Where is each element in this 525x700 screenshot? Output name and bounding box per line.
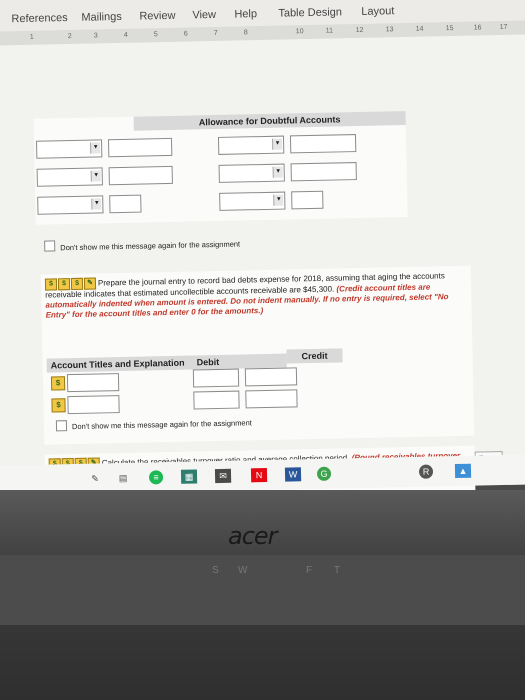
key-f: F <box>306 565 313 576</box>
mail-icon[interactable]: ✉ <box>214 468 232 484</box>
dont-show-label: Don't show me this message again for the… <box>60 239 241 253</box>
amount-input[interactable] <box>291 190 324 210</box>
account-select[interactable]: ▼ <box>37 195 104 215</box>
dollar-icon: $ <box>70 277 84 291</box>
ruler-tick: 7 <box>213 29 218 38</box>
amount-input[interactable] <box>109 194 142 214</box>
tab-mailings[interactable]: Mailings <box>81 11 122 24</box>
pencil-icon: ✎ <box>83 277 97 290</box>
ruler-tick: 15 <box>445 24 454 33</box>
ruler-tick: 16 <box>473 24 482 32</box>
allowance-panel: Allowance for Doubtful Accounts ▼ ▼ ▼ ▼ … <box>33 111 408 225</box>
dont-show-label: Don't show me this message again for the… <box>71 418 252 432</box>
tab-references[interactable]: References <box>11 12 68 25</box>
ruler-tick: 10 <box>295 28 304 36</box>
key-s: S <box>212 565 219 576</box>
question1-panel: $ $ $ ✎ Prepare the journal entry to record… <box>40 265 475 445</box>
ruler-tick: 12 <box>355 26 364 35</box>
tab-help[interactable]: Help <box>234 8 257 20</box>
account-title-input[interactable] <box>67 395 120 415</box>
dollar-icon: $ <box>50 376 66 391</box>
chevron-down-icon[interactable]: ▼ <box>272 138 283 150</box>
laptop-screen: References Mailings Review View Help Tab… <box>0 0 525 511</box>
r-icon[interactable]: R <box>418 464 434 479</box>
question1-text: $ $ $ ✎ Prepare the journal entry to record… <box>44 270 466 321</box>
allowance-title: Allowance for Doubtful Accounts <box>133 111 406 131</box>
account-select[interactable]: ▼ <box>36 167 103 187</box>
debit-header: Debit <box>196 356 220 368</box>
account-select[interactable]: ▼ <box>219 191 286 211</box>
chevron-down-icon[interactable]: ▼ <box>91 198 102 210</box>
keyboard <box>0 555 525 625</box>
photos-icon[interactable]: ▲ <box>454 463 472 479</box>
photo-stage: References Mailings Review View Help Tab… <box>0 0 525 700</box>
amount-input[interactable] <box>108 165 173 186</box>
dollar-icon: $ <box>44 278 58 291</box>
credit-input[interactable] <box>244 367 298 387</box>
chevron-down-icon[interactable]: ▼ <box>90 142 101 154</box>
key-t: T <box>334 565 341 576</box>
dollar-icon: $ <box>57 278 71 291</box>
word-icon[interactable]: W <box>284 467 302 482</box>
debit-input[interactable] <box>192 368 240 388</box>
ruler-tick: 1 <box>29 33 34 41</box>
account-titles-header: Account Titles and Explanation <box>50 357 185 371</box>
credit-header: Credit <box>286 348 343 364</box>
ruler-tick: 17 <box>499 23 508 32</box>
ruler-tick: 13 <box>385 26 394 34</box>
store-icon[interactable]: ▦ <box>180 469 198 484</box>
debit-input[interactable] <box>193 390 240 410</box>
ruler-tick: 2 <box>67 32 72 41</box>
chevron-down-icon[interactable]: ▼ <box>273 194 284 206</box>
ruler-tick: 6 <box>183 30 188 38</box>
acer-logo: acer <box>228 522 278 550</box>
dont-show-checkbox[interactable] <box>55 420 68 432</box>
ruler-tick: 4 <box>123 31 128 39</box>
account-select[interactable]: ▼ <box>35 139 103 159</box>
dont-show-checkbox[interactable] <box>44 240 56 252</box>
question1-icons: $ $ $ ✎ <box>44 277 97 291</box>
ruler-tick: 3 <box>93 32 98 40</box>
account-title-input[interactable] <box>66 373 120 393</box>
tab-layout[interactable]: Layout <box>361 5 394 18</box>
key-w: W <box>238 565 248 576</box>
chevron-down-icon[interactable]: ▼ <box>272 166 283 178</box>
ruler-tick: 8 <box>243 29 248 37</box>
netflix-icon[interactable]: N <box>250 467 268 483</box>
amount-input[interactable] <box>290 162 357 182</box>
dollar-icon: $ <box>51 398 66 413</box>
chrome-icon[interactable]: G <box>316 466 332 481</box>
pen-icon[interactable]: ✎ <box>87 471 103 485</box>
app-icon[interactable]: ▤ <box>115 471 131 485</box>
ruler-tick: 5 <box>153 31 158 39</box>
amount-input[interactable] <box>289 134 357 154</box>
account-select[interactable]: ▼ <box>217 135 285 155</box>
account-select[interactable]: ▼ <box>218 163 285 183</box>
amount-input[interactable] <box>107 137 173 158</box>
tab-table-design[interactable]: Table Design <box>278 6 342 19</box>
spotify-icon[interactable]: ≡ <box>148 470 164 485</box>
document-area: Allowance for Doubtful Accounts ▼ ▼ ▼ ▼ … <box>0 34 525 511</box>
chevron-down-icon[interactable]: ▼ <box>90 170 101 182</box>
tab-review[interactable]: Review <box>139 10 175 23</box>
credit-input[interactable] <box>245 389 298 409</box>
tab-view[interactable]: View <box>192 9 216 21</box>
ruler-tick: 11 <box>325 27 334 35</box>
ruler-tick: 14 <box>415 25 424 33</box>
